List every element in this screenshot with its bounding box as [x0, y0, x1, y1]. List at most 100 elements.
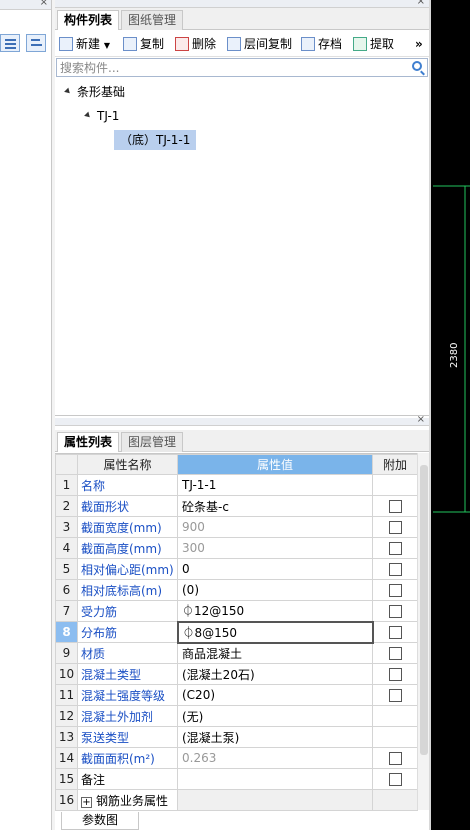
detail-view-icon[interactable] [26, 34, 46, 52]
property-row[interactable]: 8 分布筋 ⏀8@150 [55, 620, 418, 644]
tree-node-tj-1-1[interactable]: （底）TJ-1-1 [114, 130, 197, 150]
property-value[interactable]: ⏀12@150 [177, 600, 373, 622]
property-value[interactable]: (C20) [177, 684, 373, 706]
extra-cell [372, 558, 418, 580]
property-name-text: 相对底标高(m) [81, 583, 163, 598]
row-number: 2 [55, 495, 78, 517]
property-value[interactable]: ⏀8@150 [176, 620, 374, 644]
property-row[interactable]: 15 备注 [55, 768, 418, 790]
property-value[interactable]: (0) [177, 579, 373, 601]
row-number: 11 [55, 684, 78, 706]
extra-checkbox[interactable] [388, 626, 402, 639]
expand-icon[interactable] [64, 87, 72, 96]
expand-plus-icon[interactable]: + [81, 796, 92, 808]
row-number: 8 [55, 621, 78, 643]
scrollbar-thumb[interactable] [420, 465, 428, 755]
property-value[interactable]: 900 [177, 516, 373, 538]
extra-checkbox[interactable] [388, 752, 402, 765]
new-button[interactable]: 新建 ▼ [59, 35, 110, 53]
extra-cell [372, 621, 418, 643]
property-name-text: 分布筋 [81, 625, 118, 640]
more-tools-button[interactable]: » [415, 35, 423, 53]
property-value[interactable]: (无) [177, 705, 373, 727]
property-value[interactable]: 0 [177, 558, 373, 580]
extra-checkbox[interactable] [388, 542, 402, 555]
extra-checkbox[interactable] [388, 773, 402, 786]
tab-drawing-management[interactable]: 图纸管理 [121, 10, 184, 30]
floor-copy-button[interactable]: 层间复制 [227, 35, 292, 53]
list-view-icon[interactable] [0, 34, 20, 52]
extra-checkbox[interactable] [388, 689, 402, 702]
property-row[interactable]: 1 名称 TJ-1-1 [55, 474, 418, 496]
extra-checkbox[interactable] [388, 647, 402, 660]
archive-button[interactable]: 存档 [301, 35, 342, 53]
property-value[interactable]: 商品混凝土 [177, 642, 373, 664]
property-name-text: 备注 [81, 772, 106, 787]
property-value[interactable]: (混凝土泵) [177, 726, 373, 748]
property-row[interactable]: 7 受力筋 ⏀12@150 [55, 600, 418, 622]
property-name-text: 相对偏心距(mm) [81, 562, 174, 577]
extra-checkbox[interactable] [388, 584, 402, 597]
tab-property-list[interactable]: 属性列表 [57, 432, 120, 452]
extra-checkbox[interactable] [388, 521, 402, 534]
extract-button[interactable]: 提取 [353, 35, 394, 53]
property-value[interactable]: 0.263 [177, 747, 373, 769]
tree-node-strip-foundation[interactable]: 条形基础 [64, 82, 125, 102]
property-row[interactable]: 4 截面高度(mm) 300 [55, 537, 418, 559]
property-row[interactable]: 2 截面形状 砼条基-c [55, 495, 418, 517]
property-row[interactable]: 9 材质 商品混凝土 [55, 642, 418, 664]
property-name-text: 混凝土外加剂 [81, 709, 154, 724]
component-tabbar: 构件列表 图纸管理 [55, 8, 429, 30]
property-row[interactable]: 3 截面宽度(mm) 900 [55, 516, 418, 538]
property-row[interactable]: 12 混凝土外加剂 (无) [55, 705, 418, 727]
delete-button[interactable]: 删除 [175, 35, 216, 53]
left-panel: × [0, 0, 52, 830]
property-value[interactable]: 300 [177, 537, 373, 559]
property-row[interactable]: 16 + 钢筋业务属性 [55, 789, 418, 811]
search-box [56, 58, 428, 77]
drawing-canvas[interactable]: 2380 [431, 0, 470, 830]
property-row[interactable]: 6 相对底标高(m) (0) [55, 579, 418, 601]
property-row[interactable]: 10 混凝土类型 (混凝土20石) [55, 663, 418, 685]
copy-button[interactable]: 复制 [123, 35, 164, 53]
property-row[interactable]: 11 混凝土强度等级 (C20) [55, 684, 418, 706]
property-panel-header: × [55, 414, 429, 426]
extra-checkbox[interactable] [388, 563, 402, 576]
tab-component-list[interactable]: 构件列表 [57, 10, 120, 30]
component-panel: × 构件列表 图纸管理 新建 ▼ 复制 删除 层间复制 存档 提取 » 条形基础 [55, 0, 429, 830]
extra-cell [372, 579, 418, 601]
property-value[interactable] [177, 789, 373, 811]
property-value[interactable]: 砼条基-c [177, 495, 373, 517]
property-row[interactable]: 14 截面面积(m²) 0.263 [55, 747, 418, 769]
extra-cell [372, 705, 418, 727]
row-number: 7 [55, 600, 78, 622]
property-name: + 钢筋业务属性 [77, 789, 178, 811]
extra-checkbox[interactable] [388, 605, 402, 618]
row-number: 4 [55, 537, 78, 559]
property-name-text: 截面高度(mm) [81, 541, 162, 556]
tree-node-tj-1[interactable]: TJ-1 [84, 106, 119, 126]
chevron-down-icon: ▼ [103, 41, 110, 50]
extra-checkbox[interactable] [388, 668, 402, 681]
property-value[interactable]: (混凝土20石) [177, 663, 373, 685]
close-icon[interactable]: × [417, 0, 425, 7]
property-row[interactable]: 13 泵送类型 (混凝土泵) [55, 726, 418, 748]
close-icon[interactable]: × [40, 0, 48, 8]
property-name: 备注 [77, 768, 178, 790]
property-name: 截面宽度(mm) [77, 516, 178, 538]
search-icon[interactable] [412, 61, 422, 71]
property-value[interactable] [177, 768, 373, 790]
search-input[interactable] [57, 59, 397, 76]
property-name-text: 截面面积(m²) [81, 751, 155, 766]
row-number: 3 [55, 516, 78, 538]
property-row[interactable]: 5 相对偏心距(mm) 0 [55, 558, 418, 580]
panel-header: × [55, 0, 429, 8]
property-value[interactable]: TJ-1-1 [177, 474, 373, 496]
close-icon[interactable]: × [417, 414, 425, 425]
tab-layer-management[interactable]: 图层管理 [121, 432, 184, 452]
tab-parameter-diagram[interactable]: 参数图 [61, 812, 139, 830]
extra-checkbox[interactable] [388, 500, 402, 513]
expand-icon[interactable] [84, 111, 92, 120]
extra-cell [372, 726, 418, 748]
property-scrollbar[interactable] [417, 453, 429, 810]
